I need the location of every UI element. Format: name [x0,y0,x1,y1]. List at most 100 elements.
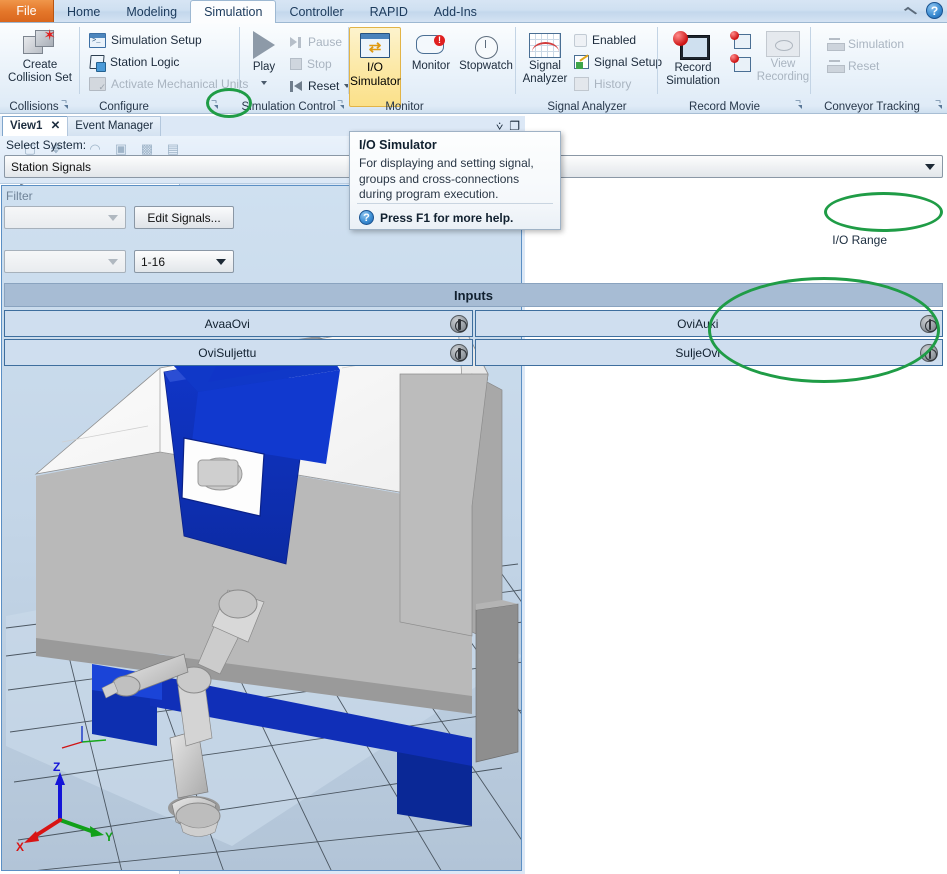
signal-setup-button[interactable]: Signal Setup [574,51,662,73]
ribbon-group-simulation-control: Play Pause Stop Reset Simulation Control… [240,23,351,114]
signal-name: OviSuljettu [198,345,257,360]
pause-label: Pause [308,35,343,49]
activate-mechanical-units-button[interactable]: Activate Mechanical Units [89,73,248,95]
history-label: History [594,77,632,91]
tab-view1[interactable]: View1 ✕ [2,116,69,136]
signal-analyzer-button[interactable]: Signal Analyzer [518,29,572,86]
filter-dropdown[interactable] [4,206,126,229]
create-collision-set-button[interactable]: ✶ Create Collision Set [4,28,76,85]
play-button[interactable]: Play [242,31,286,88]
ribbon-group-label-collisions: Collisions [0,101,80,113]
play-dropdown-caret-icon[interactable] [261,81,267,85]
io-range-label: I/O Range [832,233,887,247]
inputs-header: Inputs [4,283,943,307]
ribbon-tab-rapid[interactable]: RAPID [357,1,421,23]
signal-toggle-icon[interactable] [920,314,938,333]
close-icon[interactable]: ✕ [51,120,61,132]
view-recording-button[interactable]: View Recording [756,28,810,84]
signal-name: SuljeOvi [675,345,721,360]
io-simulator-button[interactable]: I/O Simulator [349,27,401,107]
view-recording-label-line2: Recording [756,71,810,83]
signal-name: OviAuki [677,316,719,331]
stop-button[interactable]: Stop [290,53,350,75]
signal-row[interactable]: OviAuki [474,310,943,337]
record-simulation-label-line1: Record [674,62,712,74]
pause-button[interactable]: Pause [290,31,350,53]
record-simulation-label-line2: Simulation [666,75,720,87]
ribbon-group-signal-analyzer: Signal Analyzer Enabled Signal Setup His… [516,23,662,114]
simulation-control-dialog-launcher-icon[interactable] [337,101,347,111]
signal-name: AvaaOvi [204,316,250,331]
signal-toggle-icon[interactable] [449,343,468,362]
monitor-label: Monitor [411,60,451,72]
io-range-value: 1-16 [141,254,166,269]
ribbon-tab-controller[interactable]: Controller [276,1,356,23]
record-simulation-button[interactable]: Record Simulation [660,28,726,88]
conveyor-simulation-button[interactable]: Simulation [827,33,904,55]
conveyor-reset-label: Reset [848,59,880,73]
help-question-icon[interactable]: ? [926,2,943,19]
conveyor-reset-button[interactable]: Reset [827,55,904,77]
ribbon-group-label-configure: Configure [80,101,240,113]
record-application-window-icon[interactable] [730,31,752,49]
input-signals-grid: AvaaOvi OviAuki OviSuljettu SuljeOvi [4,310,943,366]
history-icon [574,77,589,91]
activate-mechanical-units-label: Activate Mechanical Units [111,77,249,91]
ribbon-tab-modeling[interactable]: Modeling [113,1,190,23]
signal-row[interactable]: AvaaOvi [4,310,473,337]
chevron-down-icon [925,163,935,170]
monitor-button[interactable]: Monitor [403,30,459,73]
minimize-ribbon-icon[interactable] [903,3,918,18]
io-range-dropdown[interactable]: 1-16 [134,250,234,273]
filter-secondary-dropdown[interactable] [4,250,126,273]
view-recording-icon [766,31,800,57]
help-question-icon: ? [359,210,374,225]
record-movie-dialog-launcher-icon[interactable] [795,101,805,111]
stopwatch-button[interactable]: Stopwatch [457,29,515,73]
simulation-setup-button[interactable]: Simulation Setup [89,29,248,51]
reset-button[interactable]: Reset [290,75,351,97]
station-logic-icon [89,55,106,72]
signal-analyzer-enabled-checkbox[interactable]: Enabled [574,29,662,51]
ribbon-group-label-signal-analyzer: Signal Analyzer [547,101,627,113]
pause-icon [290,36,303,48]
ribbon-tabstrip: File Home Modeling Simulation Controller… [0,0,490,23]
signal-toggle-icon[interactable] [449,314,468,333]
io-simulator-label-line1: I/O [366,60,383,74]
tooltip-footer-text: Press F1 for more help. [380,210,514,225]
tab-event-manager[interactable]: Event Manager [67,116,162,136]
tooltip-title: I/O Simulator [359,138,437,152]
edit-signals-button[interactable]: Edit Signals... [134,206,234,229]
enabled-label: Enabled [592,33,637,47]
station-logic-label: Station Logic [110,55,180,69]
io-simulator-label-line2: Simulator [350,74,401,88]
tooltip-footer: ? Press F1 for more help. [359,210,513,225]
ribbon-tab-home[interactable]: Home [54,1,113,23]
signal-toggle-icon[interactable] [920,343,938,362]
io-simulator-tooltip: I/O Simulator For displaying and setting… [349,131,561,230]
history-button[interactable]: History [574,73,662,95]
play-label: Play [252,61,276,73]
signal-setup-icon [574,55,589,69]
stop-icon [290,58,302,70]
record-graphics-window-icon[interactable] [730,54,752,72]
ribbon: ✶ Create Collision Set Collisions Simula… [0,22,947,114]
simulation-setup-icon [89,32,106,48]
collisions-label-text: Collisions [9,101,59,113]
view-recording-label-line1: View [770,58,796,70]
ribbon-tab-file[interactable]: File [0,0,54,23]
signal-row[interactable]: OviSuljettu [4,339,473,366]
io-simulator-form: Select System: Station Signals Filter Ed… [4,138,943,872]
collisions-dialog-launcher-icon[interactable] [61,101,71,111]
conveyor-simulation-icon [827,37,845,51]
configure-dialog-launcher-icon[interactable] [211,101,221,111]
tooltip-separator [357,203,553,204]
simulation-setup-label: Simulation Setup [111,33,202,47]
ribbon-tab-addins[interactable]: Add-Ins [421,1,490,23]
ribbon-tab-simulation[interactable]: Simulation [190,0,277,23]
station-logic-button[interactable]: Station Logic [89,51,248,73]
ribbon-group-record-movie: Record Simulation View Recording Record … [658,23,811,114]
conveyor-tracking-dialog-launcher-icon[interactable] [935,101,945,111]
signal-analyzer-label-line2: Analyzer [522,73,568,85]
signal-row[interactable]: SuljeOvi [474,339,943,366]
